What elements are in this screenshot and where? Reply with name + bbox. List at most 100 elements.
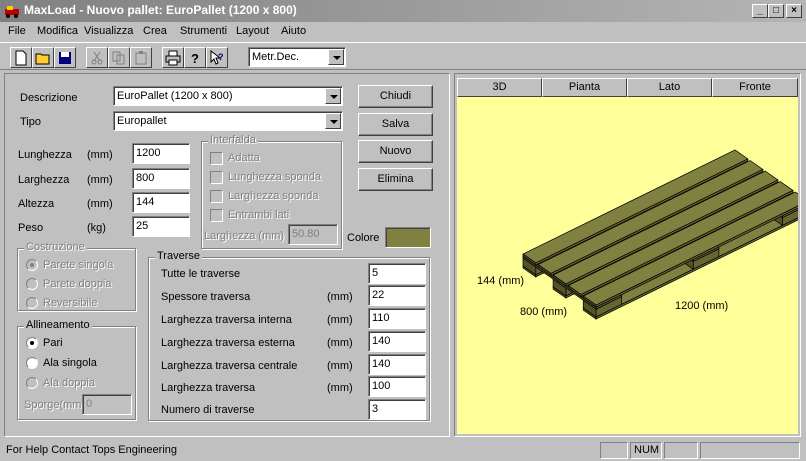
traverse-row-input[interactable]: 110 [368, 308, 426, 329]
folder-open-icon [35, 53, 50, 65]
traverse-row-input[interactable]: 140 [368, 331, 426, 352]
elimina-button[interactable]: Elimina [358, 168, 433, 191]
interfalda-larghezza-input[interactable]: 50.80 [288, 224, 338, 245]
tipo-value: Europallet [117, 115, 167, 127]
new-file-icon [15, 50, 27, 66]
traverse-row-label: Larghezza traversa [161, 382, 256, 394]
menu-file[interactable]: File [8, 25, 26, 37]
status-panel-extra [700, 442, 800, 459]
help-button[interactable]: ? [184, 47, 206, 68]
tipo-select[interactable]: Europallet [113, 111, 343, 131]
traverse-row-unit: (mm) [327, 314, 353, 326]
menu-modifica[interactable]: Modifica [37, 25, 78, 37]
entrambi-lati-checkbox[interactable] [210, 209, 223, 222]
units-select[interactable]: Metr.Dec. [248, 47, 346, 67]
question-mark-icon: ? [191, 51, 199, 66]
larghezza-label: Larghezza [18, 174, 70, 186]
altezza-input[interactable]: 144 [132, 192, 190, 213]
traverse-row-input[interactable]: 5 [368, 263, 426, 284]
nuovo-button[interactable]: Nuovo [358, 140, 433, 163]
height-dimension-label: 144 (mm) [477, 275, 525, 287]
pointer-question-icon: ? [210, 50, 224, 65]
title-bar: MaxLoad - Nuovo pallet: EuroPallet (1200… [0, 0, 806, 22]
reversibile-label: Reversibile [43, 297, 98, 309]
context-help-button[interactable]: ? [206, 47, 228, 68]
clipboard-icon [135, 51, 147, 65]
chevron-down-icon[interactable] [325, 113, 341, 129]
new-file-button[interactable] [10, 47, 32, 68]
larghezza-input[interactable]: 800 [132, 168, 190, 189]
status-bar: For Help Contact Tops Engineering NUM [0, 440, 806, 461]
print-button[interactable] [162, 47, 184, 68]
larghezza-unit: (mm) [87, 174, 113, 186]
save-file-button[interactable] [54, 47, 76, 68]
sporge-input[interactable]: 0 [82, 394, 132, 415]
traverse-row-input[interactable]: 3 [368, 399, 426, 420]
traverse-row-input[interactable]: 140 [368, 354, 426, 375]
menu-bar: File Modifica Visualizza Crea Strumenti … [0, 22, 806, 42]
chiudi-button[interactable]: Chiudi [358, 85, 433, 108]
altezza-unit: (mm) [87, 198, 113, 210]
traverse-row-label: Larghezza traversa centrale [161, 360, 298, 372]
window-title: MaxLoad - Nuovo pallet: EuroPallet (1200… [24, 3, 297, 17]
menu-layout[interactable]: Layout [236, 25, 269, 37]
menu-crea[interactable]: Crea [143, 25, 167, 37]
salva-button[interactable]: Salva [358, 113, 433, 136]
descrizione-value: EuroPallet (1200 x 800) [117, 90, 233, 102]
larghezza-sponda-checkbox[interactable] [210, 190, 223, 203]
ala-singola-radio[interactable] [26, 357, 38, 369]
chevron-down-icon[interactable] [328, 49, 344, 65]
scissors-icon [91, 51, 103, 65]
adatta-checkbox[interactable] [210, 152, 223, 165]
paste-button[interactable] [130, 47, 152, 68]
costruzione-title: Costruzione [24, 241, 87, 253]
allineamento-group: Allineamento Pari Ala singola Ala doppia… [17, 319, 136, 420]
traverse-row-input[interactable]: 100 [368, 376, 426, 397]
interfalda-group: Interfalda Adatta Lunghezza sponda Largh… [201, 134, 342, 249]
menu-aiuto[interactable]: Aiuto [281, 25, 306, 37]
parete-doppia-radio[interactable] [26, 278, 38, 290]
maximize-button[interactable]: □ [768, 4, 784, 18]
chevron-down-icon[interactable] [325, 88, 341, 104]
descrizione-label: Descrizione [20, 92, 78, 104]
traverse-row-label: Larghezza traversa esterna [161, 337, 295, 349]
app-icon [5, 6, 19, 18]
menu-visualizza[interactable]: Visualizza [84, 25, 133, 37]
close-button[interactable]: × [786, 4, 802, 18]
tab-3d[interactable]: 3D [457, 78, 542, 97]
colore-swatch[interactable] [385, 227, 431, 248]
cut-button[interactable] [86, 47, 108, 68]
tab-lato[interactable]: Lato [627, 78, 712, 97]
reversibile-radio[interactable] [26, 297, 38, 309]
lunghezza-label: Lunghezza [18, 149, 72, 161]
lunghezza-sponda-checkbox[interactable] [210, 171, 223, 184]
peso-label: Peso [18, 222, 44, 234]
minimize-button[interactable]: _ [752, 4, 768, 18]
lunghezza-sponda-label: Lunghezza sponda [228, 171, 321, 183]
traverse-row-unit: (mm) [327, 382, 353, 394]
ala-doppia-radio[interactable] [26, 377, 38, 389]
pallet-3d-view[interactable]: 144 (mm) 800 (mm) 1200 (mm) [457, 97, 806, 434]
traverse-row-label: Spessore traversa [161, 291, 251, 303]
tab-pianta[interactable]: Pianta [542, 78, 627, 97]
menu-strumenti[interactable]: Strumenti [180, 25, 227, 37]
sporge-label: Sporge(mm) [24, 399, 86, 411]
svg-text:?: ? [218, 52, 224, 62]
parete-singola-radio[interactable] [26, 259, 38, 271]
descrizione-select[interactable]: EuroPallet (1200 x 800) [113, 86, 343, 106]
parete-singola-label: Parete singola [43, 259, 114, 271]
pallet-properties-panel: Descrizione EuroPallet (1200 x 800) Tipo… [4, 73, 450, 437]
copy-button[interactable] [108, 47, 130, 68]
peso-input[interactable]: 25 [132, 216, 190, 237]
traverse-row-input[interactable]: 22 [368, 285, 426, 306]
traverse-row-unit: (mm) [327, 337, 353, 349]
pari-label: Pari [43, 337, 63, 349]
open-file-button[interactable] [32, 47, 54, 68]
traverse-row-unit: (mm) [327, 360, 353, 372]
tab-fronte[interactable]: Fronte [712, 78, 798, 97]
traverse-row-unit: (mm) [327, 291, 353, 303]
pari-radio[interactable] [26, 337, 38, 349]
lunghezza-input[interactable]: 1200 [132, 143, 190, 164]
traverse-title: Traverse [155, 250, 202, 262]
traverse-row-label: Larghezza traversa interna [161, 314, 292, 326]
